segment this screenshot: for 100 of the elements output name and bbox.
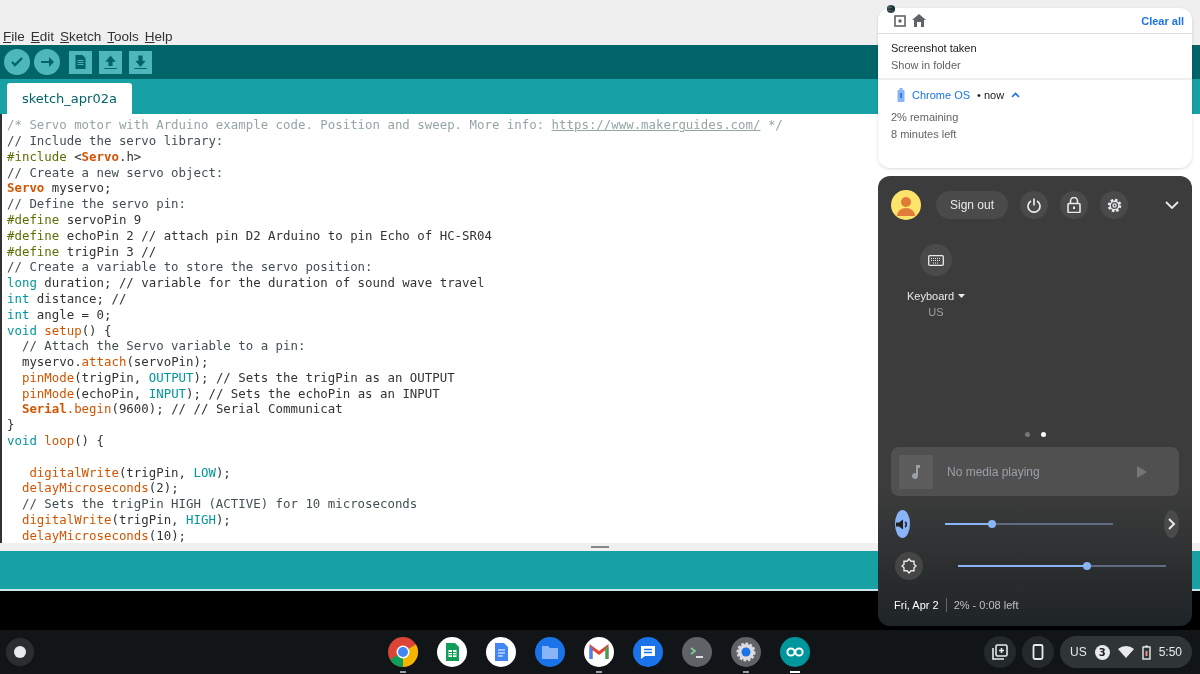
terminal-app-icon[interactable] bbox=[681, 636, 713, 669]
notification-text: 2% remaining bbox=[891, 111, 960, 123]
power-icon bbox=[1027, 197, 1042, 213]
phone-button[interactable] bbox=[1021, 636, 1054, 669]
phone-icon bbox=[1031, 644, 1044, 661]
keyboard-dropdown[interactable]: Keyboard bbox=[906, 290, 966, 302]
code-line: // Define the servo pin: bbox=[7, 196, 187, 212]
checkmark-icon bbox=[10, 56, 24, 69]
menu-item[interactable]: Sketch bbox=[60, 28, 102, 44]
code-line: #define trigPin 3 // bbox=[7, 243, 157, 260]
new-button[interactable] bbox=[69, 50, 92, 74]
brightness-icon bbox=[895, 552, 923, 580]
slider-thumb[interactable] bbox=[1082, 562, 1091, 570]
battery-status: 2% - 0:08 left bbox=[953, 599, 1019, 611]
arduino-app-icon[interactable] bbox=[779, 636, 811, 669]
code-line: void setup() { bbox=[7, 322, 112, 339]
chevron-right-icon bbox=[1167, 518, 1176, 530]
show-in-folder-link[interactable]: Show in folder bbox=[891, 58, 1183, 71]
code-line: // Include the servo library: bbox=[7, 132, 224, 149]
messages-app-icon[interactable] bbox=[632, 636, 664, 669]
keyboard-button[interactable] bbox=[920, 244, 952, 276]
settings-app-icon[interactable] bbox=[730, 636, 762, 669]
page-dot[interactable] bbox=[1024, 432, 1030, 437]
open-button[interactable] bbox=[99, 50, 122, 74]
verify-button[interactable] bbox=[4, 49, 30, 76]
code-line: #define echoPin 2 // attach pin D2 Arduino to pin Echo of HC-SR04 bbox=[7, 227, 492, 244]
clear-all-link[interactable]: Clear all bbox=[1141, 14, 1184, 27]
chevron-icon[interactable] bbox=[1011, 92, 1021, 98]
music-note-icon bbox=[899, 454, 933, 489]
gmail-app-icon[interactable] bbox=[583, 636, 615, 669]
settings-button[interactable] bbox=[1100, 191, 1129, 219]
code-comment: /* Servo motor with Arduino example code. Position and sweep. More info: bbox=[7, 117, 546, 133]
page-dot[interactable] bbox=[1040, 432, 1046, 437]
arrow-down-icon bbox=[134, 55, 147, 70]
media-status: No media playing bbox=[947, 464, 1040, 479]
clipboard-icon bbox=[990, 643, 1009, 662]
menu-item[interactable]: File bbox=[3, 28, 25, 44]
collapse-icon[interactable] bbox=[1165, 200, 1179, 210]
menu-item[interactable]: Edit bbox=[30, 28, 55, 44]
audio-settings-button[interactable] bbox=[1164, 510, 1179, 538]
code-line: // Create a new servo object: bbox=[7, 164, 224, 181]
keyboard-icon bbox=[928, 254, 944, 266]
code-line: // Create a variable to store the servo position: bbox=[7, 259, 373, 276]
sheets-app-icon[interactable] bbox=[436, 636, 468, 669]
app-name: Chrome OS bbox=[912, 89, 971, 101]
clipboard-button[interactable] bbox=[983, 636, 1016, 669]
code-line: void loop() { bbox=[7, 433, 104, 449]
notification-text: 8 minutes left bbox=[891, 128, 958, 140]
code-line: } bbox=[7, 417, 15, 434]
code-line: Servo myservo; bbox=[7, 180, 112, 197]
code-comment: */ bbox=[766, 117, 783, 133]
lock-button[interactable] bbox=[1060, 191, 1089, 219]
code-line: digitalWrite(trigPin, HIGH); bbox=[20, 512, 231, 528]
code-line: Serial.begin(9600); // // Serial Communicat bbox=[20, 401, 343, 418]
power-button[interactable] bbox=[1020, 191, 1049, 219]
code-line: myservo.attach(servoPin); bbox=[20, 354, 209, 370]
battery-icon bbox=[1141, 644, 1151, 660]
battery-icon bbox=[897, 88, 905, 102]
volume-button[interactable] bbox=[895, 510, 910, 538]
screen-capture-icon[interactable] bbox=[894, 14, 906, 27]
files-app-icon[interactable] bbox=[534, 636, 566, 669]
code-line: long duration; // variable for the duration of sound wave travel bbox=[7, 275, 485, 291]
status-tray[interactable]: US 3 5:50 bbox=[1059, 636, 1192, 669]
menu-item[interactable]: Tools bbox=[107, 28, 139, 44]
lock-icon bbox=[1067, 197, 1082, 213]
upload-button[interactable] bbox=[34, 49, 60, 76]
code-line: pinMode(trigPin, OUTPUT); // Sets the trigPin as an OUTPUT bbox=[20, 369, 455, 386]
save-button[interactable] bbox=[129, 50, 152, 74]
slider-thumb[interactable] bbox=[988, 520, 997, 528]
code-line: int distance; // bbox=[7, 290, 127, 307]
avatar[interactable] bbox=[891, 190, 921, 220]
code-line: // Sets the trigPin HIGH (ACTIVE) for 10 microseconds bbox=[20, 496, 418, 513]
clock: 5:50 bbox=[1158, 645, 1182, 660]
launcher-button[interactable] bbox=[6, 638, 34, 667]
home-icon[interactable] bbox=[912, 14, 926, 27]
docs-app-icon[interactable] bbox=[485, 636, 517, 669]
code-line: #include <Servo.h> bbox=[7, 148, 142, 165]
sign-out-button[interactable]: Sign out bbox=[936, 191, 1009, 219]
speaker-icon bbox=[896, 518, 909, 530]
settings-icon bbox=[1106, 197, 1122, 213]
code-line: #define servoPin 9 bbox=[7, 211, 142, 228]
chrome-app-icon[interactable] bbox=[387, 636, 419, 669]
menu-item[interactable]: Help bbox=[144, 28, 173, 44]
code-line: pinMode(echoPin, INPUT); // Sets the echoPin as an INPUT bbox=[20, 385, 440, 402]
notification-title: Screenshot taken bbox=[891, 41, 978, 54]
wifi-icon bbox=[1117, 645, 1134, 660]
notification-count: 3 bbox=[1094, 644, 1110, 660]
sketch-tab[interactable]: sketch_apr02a bbox=[7, 83, 132, 115]
code-line: int angle = 0; bbox=[7, 306, 112, 323]
caret-icon bbox=[958, 294, 966, 298]
code-line: delayMicroseconds(10); bbox=[20, 527, 187, 543]
arrow-right-icon bbox=[40, 56, 54, 69]
ime-label: US bbox=[1069, 645, 1087, 660]
arrow-up-icon bbox=[104, 55, 117, 70]
code-line: // Attach the Servo variable to a pin: bbox=[20, 338, 306, 355]
document-icon bbox=[75, 55, 86, 70]
resize-handle[interactable] bbox=[591, 545, 609, 548]
keyboard-layout: US bbox=[928, 306, 944, 318]
notification-time: • now bbox=[977, 89, 1005, 101]
date-label[interactable]: Fri, Apr 2 bbox=[894, 599, 939, 611]
